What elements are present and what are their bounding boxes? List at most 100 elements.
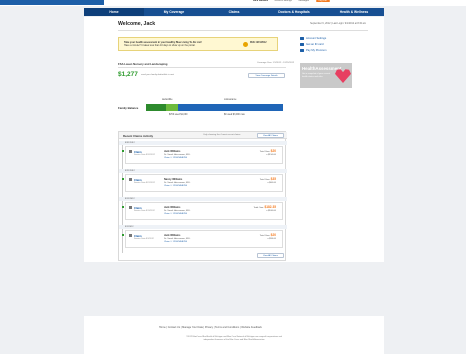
family-balance-label: Family Balance bbox=[118, 106, 139, 110]
claim-doctor-name: Dr. Sarah Heissmann, M.D. bbox=[164, 210, 191, 212]
claim-doctor-name: Dr. Sarah Heissmann, M.D. bbox=[164, 154, 191, 156]
nav-my-coverage[interactable]: My Coverage bbox=[144, 8, 204, 16]
quick-links: Account Settings Get an ID card Pay My P… bbox=[300, 37, 326, 54]
page: Jack Williams Account Settings Messages … bbox=[0, 0, 466, 354]
deductible-totals: $700 used $1,000 bbox=[169, 114, 188, 116]
divider bbox=[118, 30, 368, 31]
claim-marker bbox=[122, 178, 124, 180]
nav-home[interactable]: Home bbox=[84, 8, 144, 16]
coinsurance-label: coinsurance bbox=[224, 99, 237, 101]
top-utility-bar: Jack Williams Account Settings Messages … bbox=[0, 0, 466, 6]
logout-button[interactable]: Log Out bbox=[315, 0, 330, 2]
claim-member: Jack Williams bbox=[164, 234, 181, 237]
claim-card[interactable]: Claim Service Date 8/31/2012 Jack Willia… bbox=[122, 146, 283, 164]
coinsurance-totals: $0 used $3,000 max bbox=[224, 114, 245, 116]
deductible-label: deductible bbox=[162, 99, 173, 101]
account-settings-link[interactable]: Account Settings bbox=[275, 0, 292, 2]
account-settings-quicklink[interactable]: Account Settings bbox=[300, 37, 326, 40]
claim-icon bbox=[129, 234, 132, 237]
owe-amount: $20 bbox=[270, 233, 276, 237]
deductible-used-fill bbox=[146, 104, 166, 111]
owe-label: Total Owe: bbox=[259, 179, 271, 181]
claim-number-link[interactable]: Claim #: 1234ZHSB784 bbox=[164, 185, 187, 187]
messages-link[interactable]: Messages bbox=[298, 0, 308, 2]
claim-service-date: Service Date 8/1/2012 bbox=[134, 238, 154, 240]
footer-links[interactable]: Home | Contact Us | Manage Your Data | P… bbox=[159, 326, 262, 329]
view-all-claims-button[interactable]: View All Claims bbox=[257, 253, 284, 258]
claim-icon bbox=[129, 206, 132, 209]
claim-doctor-name: Dr. Sarah Heissmann, M.D. bbox=[164, 182, 191, 184]
owe-amount: $20 bbox=[270, 149, 276, 153]
quicklink-label: Account Settings bbox=[306, 37, 327, 40]
claim-card[interactable]: Claim Service Date 8/11/2012 Jack Willia… bbox=[122, 202, 283, 220]
claim-total: = $96.00 bbox=[267, 238, 276, 240]
claim-doctor: Dr. Sarah Heissmann, M.D. Claim #: 1234ZH… bbox=[164, 154, 191, 159]
deductible-amount: $1,277 bbox=[118, 71, 138, 78]
owe-amount: $182.35 bbox=[264, 205, 276, 209]
owe-label: Total Owe: bbox=[259, 151, 271, 153]
deductible-amount-label: used your family deductible is met bbox=[141, 74, 174, 76]
last-login-text: September 6, 2012 | Last Login: 9/1/2012… bbox=[310, 22, 366, 25]
id-card-quicklink[interactable]: Get an ID card bbox=[300, 42, 326, 46]
welcome-heading: Welcome, Jack bbox=[118, 21, 156, 27]
coverage-year: Coverage Year: 1/1/2012 - 12/31/2012 bbox=[257, 62, 295, 64]
claim-service-date: Service Date 8/31/2012 bbox=[134, 154, 155, 156]
todo-banner-subtext: Have a minute? It takes less than 10 day… bbox=[124, 44, 196, 47]
claim-date-row: 8/11/2012 bbox=[119, 197, 287, 201]
claim-total: = $180.00 bbox=[266, 210, 276, 212]
payment-icon bbox=[300, 48, 304, 52]
claim-date-row: 8/21/2012 bbox=[119, 169, 287, 173]
claim-owe: Total Owe: $20 = $96.00 bbox=[259, 233, 276, 241]
claim-card[interactable]: Claim Service Date 8/21/2012 Nancy Willi… bbox=[122, 174, 283, 192]
claim-owe: Total Owe: $35 = $60.00 bbox=[259, 177, 276, 185]
user-name: Jack Williams bbox=[253, 0, 269, 2]
claim-doctor: Dr. Sarah Heissmann, M.D. Claim #: 1234ZH… bbox=[164, 182, 191, 187]
claim-card[interactable]: Claim Service Date 8/1/2012 Jack William… bbox=[122, 230, 283, 248]
id-card-icon bbox=[300, 42, 304, 46]
claim-doctor: Dr. Sarah Heissmann, M.D. Claim #: 1234ZH… bbox=[164, 238, 191, 243]
claim-number-link[interactable]: Claim #: 1234ZHSB784 bbox=[164, 241, 187, 243]
claim-member: Jack Williams bbox=[164, 206, 181, 209]
claim-number-link[interactable]: Claim #: 1234ZHSB784 bbox=[164, 157, 187, 159]
settings-icon bbox=[300, 37, 304, 40]
footer-copyright: ©2012 BlueCross BlueShield of Michigan a… bbox=[186, 336, 282, 341]
todo-due-date: DUE: 9/15/2012 bbox=[250, 42, 267, 44]
claim-marker bbox=[122, 150, 124, 152]
claim-doctor-name: Dr. Sarah Heissmann, M.D. bbox=[164, 238, 191, 240]
logo-strip bbox=[0, 0, 104, 5]
nav-wellness[interactable]: Health & Wellness bbox=[324, 8, 384, 16]
nav-doctors[interactable]: Doctors & Hospitals bbox=[264, 8, 324, 16]
fsa-title: FSA Lasen Nursery and Landscaping bbox=[118, 62, 168, 66]
health-assessment-subtitle: Get a snapshot of your current health st… bbox=[302, 73, 331, 78]
todo-banner: Take your health assessment in your Heal… bbox=[118, 37, 278, 51]
health-assessment-ad[interactable]: HealthAssessment Get a snapshot of your … bbox=[300, 63, 352, 88]
main-nav: Home My Coverage Claims Doctors & Hospit… bbox=[84, 8, 384, 16]
claim-owe: Total Owe: $20 = $150.00 bbox=[259, 149, 276, 157]
claim-number-link[interactable]: Claim #: 1234ZHSB784 bbox=[164, 213, 187, 215]
divider bbox=[118, 67, 286, 68]
main-content: Welcome, Jack September 6, 2012 | Last L… bbox=[84, 17, 384, 262]
claim-doctor: Dr. Sarah Heissmann, M.D. Claim #: 1234ZH… bbox=[164, 210, 191, 215]
footer: Home | Contact Us | Manage Your Data | P… bbox=[84, 316, 384, 354]
owe-label: Total Owe: bbox=[259, 235, 271, 237]
claims-panel: Recent Claims Activity Only showing the … bbox=[118, 131, 287, 261]
claim-service-date: Service Date 8/11/2012 bbox=[134, 210, 155, 212]
claim-date-row: 8/31/2012 bbox=[119, 141, 287, 145]
claim-total: = $60.00 bbox=[267, 182, 276, 184]
claims-title: Recent Claims Activity bbox=[123, 133, 154, 138]
alert-icon bbox=[243, 42, 248, 47]
claim-icon bbox=[129, 150, 132, 153]
claim-service-date: Service Date 8/21/2012 bbox=[134, 182, 155, 184]
nav-claims[interactable]: Claims bbox=[204, 8, 264, 16]
heart-icon bbox=[335, 69, 351, 83]
health-assessment-title: HealthAssessment bbox=[302, 66, 342, 71]
claim-icon bbox=[129, 178, 132, 181]
view-coverage-details-button[interactable]: View Coverage Details bbox=[248, 73, 285, 78]
claim-date-row: 8/1/2012 bbox=[119, 225, 287, 229]
view-all-claims-top-button[interactable]: View All Claims bbox=[257, 133, 284, 138]
claim-marker bbox=[122, 206, 124, 208]
quicklink-label: Pay My Premium bbox=[306, 48, 327, 52]
claim-owe: Total Owe: $182.35 = $180.00 bbox=[253, 205, 276, 213]
pay-premium-quicklink[interactable]: Pay My Premium bbox=[300, 48, 327, 52]
owe-label: Total Owe: bbox=[253, 207, 264, 209]
